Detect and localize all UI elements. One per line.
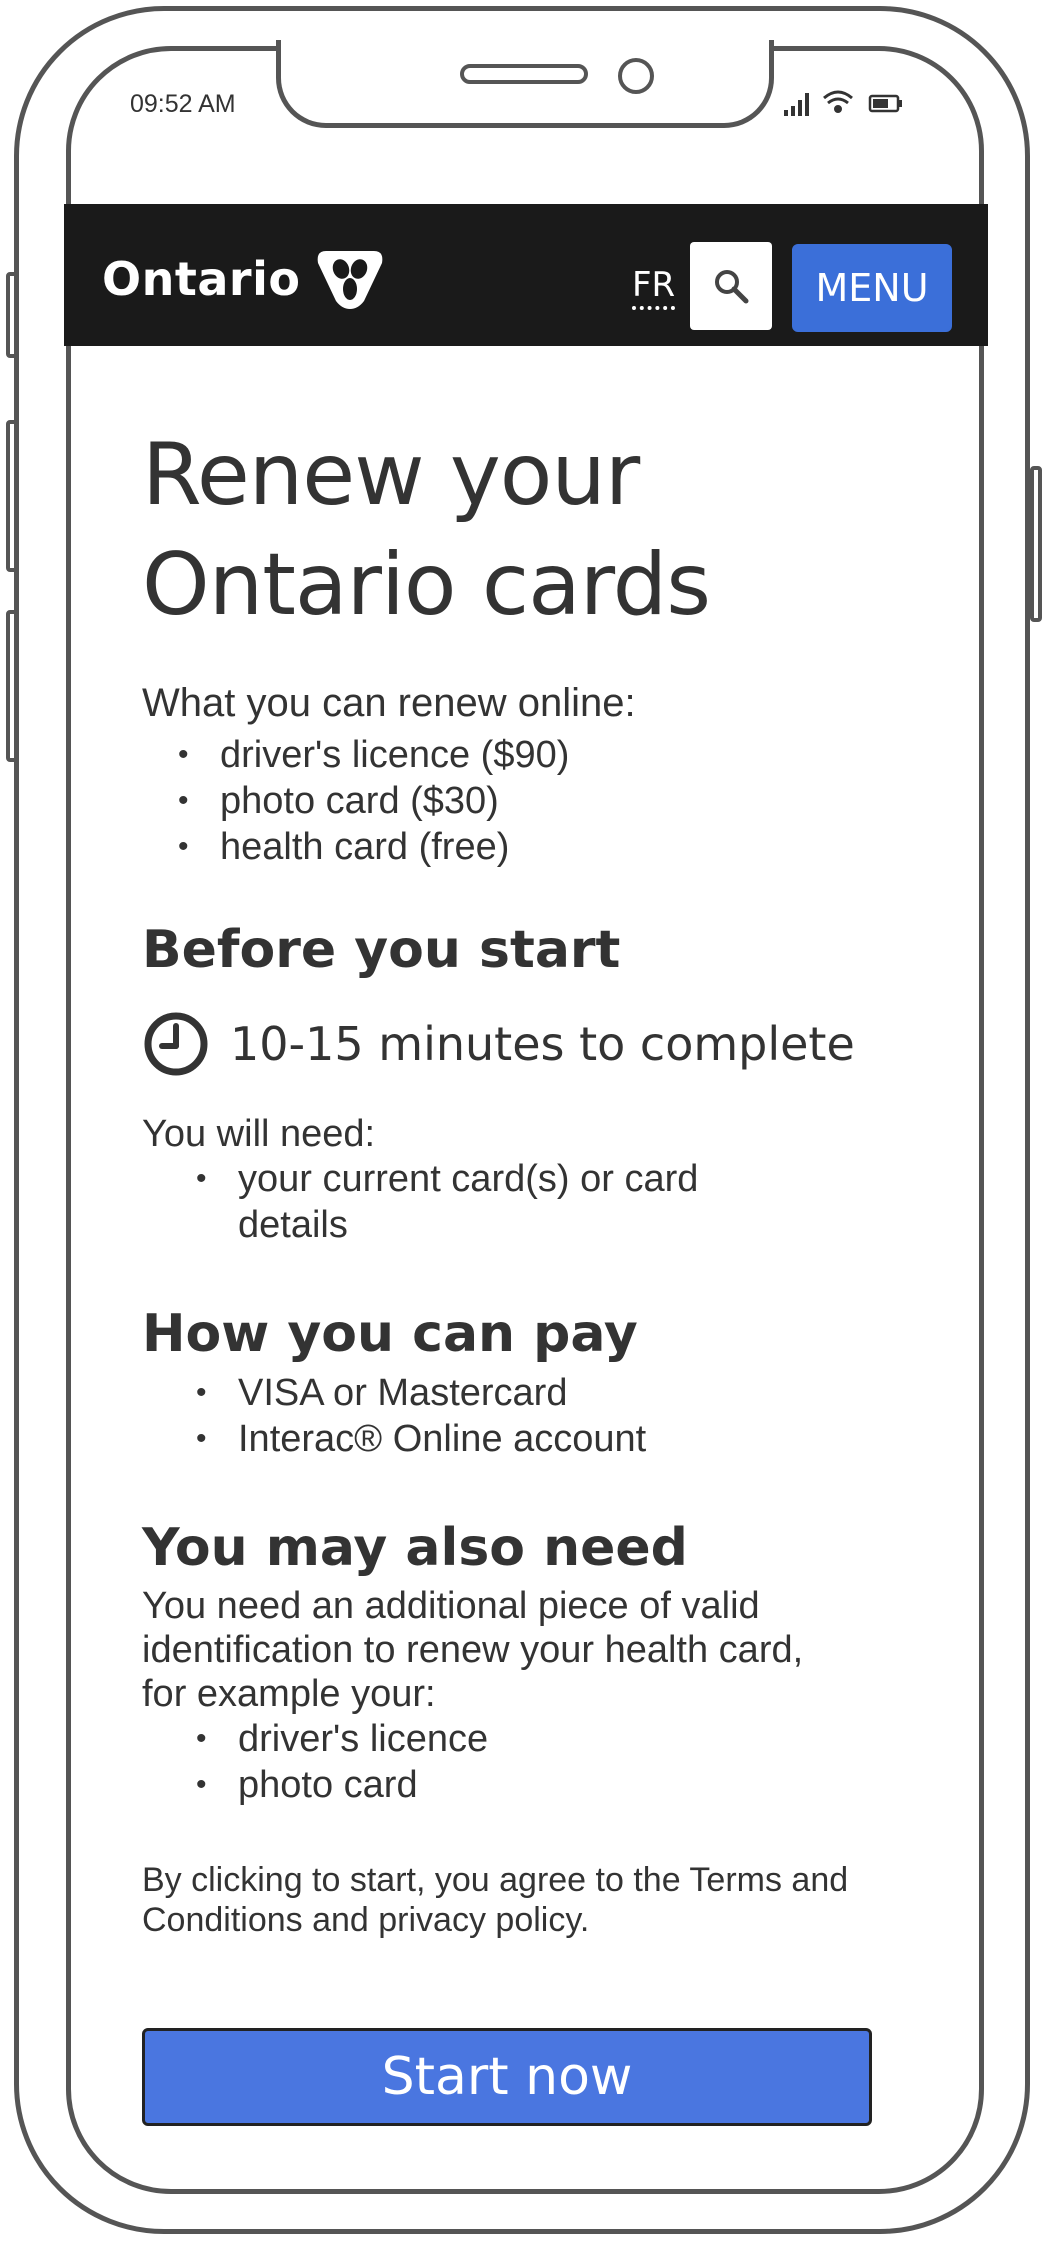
list-item-line: details [238,1204,348,1246]
id-list: driver's licence photo card [142,1716,902,1808]
search-button[interactable] [690,242,772,330]
paragraph-line: for example your: [142,1673,436,1715]
list-item: health card (free) [178,824,902,870]
payment-list: VISA or Mastercard Interac® Online accou… [142,1370,902,1462]
renew-intro: What you can renew online: [142,681,636,725]
top-navbar: Ontario FR MENU [64,204,988,346]
completion-time-text: 10-15 minutes to complete [230,1017,855,1071]
renew-list: driver's licence ($90) photo card ($30) … [142,732,902,870]
phone-side-button [6,610,18,762]
phone-side-button [1030,466,1042,622]
ontario-logo[interactable]: Ontario [102,244,388,314]
you-may-also-need-heading: You may also need [142,1518,688,1578]
list-item: VISA or Mastercard [196,1370,902,1416]
status-icons [780,84,920,120]
list-item-line: your current card(s) or card [238,1158,699,1200]
list-item: driver's licence [196,1716,902,1762]
language-toggle-link[interactable]: FR [632,268,676,310]
page-title: Renew your Ontario cards [142,420,902,640]
page-title-line: Renew your [142,425,640,525]
clock-icon [144,1012,208,1076]
need-label: You will need: [142,1113,376,1155]
list-item: Interac® Online account [196,1416,902,1462]
battery-icon [868,94,902,113]
status-time: 09:52 AM [130,90,236,118]
completion-time: 10-15 minutes to complete [142,1010,902,1078]
terms-agreement: By clicking to start, you agree to the T… [142,1860,902,1940]
before-you-start-heading: Before you start [142,920,621,980]
list-item: photo card [196,1762,902,1808]
paragraph-line: identification to renew your health card… [142,1629,804,1671]
how-you-can-pay-heading: How you can pay [142,1304,638,1364]
phone-side-button [6,272,18,358]
page-title-line: Ontario cards [142,535,711,635]
list-item: your current card(s) or card details [196,1156,902,1248]
logo-text: Ontario [102,252,301,306]
phone-camera [618,58,654,94]
trillium-icon [318,251,383,309]
paragraph-line: By clicking to start, you agree to the T… [142,1861,849,1899]
search-icon [715,270,749,304]
need-list: your current card(s) or card details [142,1156,902,1248]
main-content: Renew your Ontario cards What you can re… [142,420,902,1940]
signal-icon [784,93,809,116]
list-item: driver's licence ($90) [178,732,902,778]
menu-button[interactable]: MENU [792,244,952,332]
wifi-icon [823,90,853,113]
also-paragraph: You need an additional piece of valid id… [142,1584,902,1716]
list-item: photo card ($30) [178,778,902,824]
paragraph-line: Conditions and privacy policy. [142,1901,590,1939]
phone-side-button [6,420,18,572]
paragraph-line: You need an additional piece of valid [142,1585,760,1627]
phone-speaker [460,64,588,84]
start-now-button[interactable]: Start now [142,2028,872,2126]
phone-notch [276,40,774,128]
